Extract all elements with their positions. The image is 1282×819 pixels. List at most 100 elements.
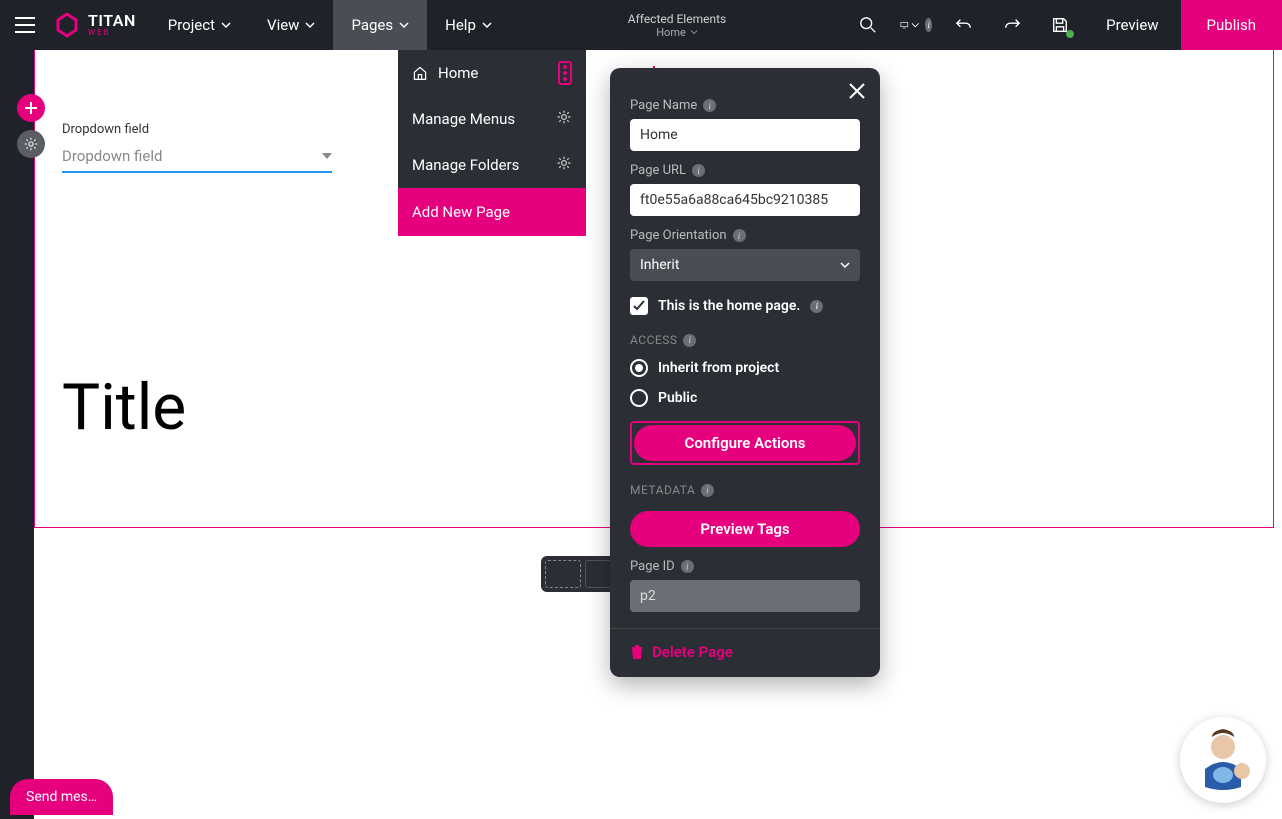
info-icon[interactable]: i — [681, 560, 694, 573]
dropdown-field-element[interactable]: Dropdown field Dropdown field — [62, 122, 332, 173]
page-id-input — [630, 580, 860, 612]
preview-label: Preview — [1106, 16, 1158, 34]
pages-dropdown-panel: Home Manage Menus Manage Folders Add New… — [398, 50, 586, 236]
info-icon[interactable]: i — [701, 484, 714, 497]
configure-actions-highlight: Configure Actions — [630, 421, 860, 465]
delete-page-label: Delete Page — [652, 643, 733, 661]
info-icon[interactable]: i — [703, 99, 716, 112]
add-new-page-button[interactable]: Add New Page — [398, 188, 586, 236]
add-new-page-label: Add New Page — [412, 203, 510, 221]
logo-icon — [54, 12, 80, 38]
chevron-down-icon — [221, 20, 231, 30]
redo-icon — [1003, 16, 1021, 34]
affected-label: Affected Elements — [628, 12, 726, 26]
menu-view-label: View — [267, 16, 299, 34]
info-icon[interactable]: i — [692, 164, 705, 177]
page-name-input[interactable] — [630, 119, 860, 151]
help-mascot[interactable] — [1180, 717, 1266, 803]
save-button[interactable] — [1036, 0, 1084, 50]
affected-elements[interactable]: Affected Elements Home — [510, 12, 844, 39]
radio-public-label: Public — [658, 390, 697, 406]
home-check-label: This is the home page. — [658, 298, 800, 314]
menu-help[interactable]: Help — [427, 0, 510, 50]
info-icon[interactable]: i — [733, 229, 746, 242]
page-settings-panel: Page Namei Page URLi Page Orientationi I… — [610, 68, 880, 677]
chevron-down-icon — [911, 16, 920, 34]
left-rail — [0, 50, 34, 819]
page-url-input[interactable] — [630, 184, 860, 216]
home-page-checkbox-row[interactable]: This is the home page. i — [630, 297, 860, 315]
gear-icon — [24, 137, 38, 151]
mascot-icon — [1190, 727, 1256, 793]
search-button[interactable] — [844, 0, 892, 50]
undo-icon — [955, 16, 973, 34]
close-button[interactable] — [848, 82, 866, 104]
menu-project-label: Project — [168, 16, 215, 34]
delete-page-button[interactable]: Delete Page — [630, 643, 860, 661]
radio-inherit[interactable]: Inherit from project — [630, 359, 860, 377]
pages-item-manage-folders[interactable]: Manage Folders — [398, 142, 586, 188]
publish-label: Publish — [1207, 16, 1256, 34]
gear-icon[interactable] — [556, 109, 572, 129]
menu-project[interactable]: Project — [150, 0, 249, 50]
info-badge: i — [925, 18, 932, 32]
info-icon[interactable]: i — [683, 334, 696, 347]
top-toolbar: TITAN WEB Project View Pages Help Affect… — [0, 0, 1282, 50]
page-url-label: Page URLi — [630, 163, 860, 178]
title-element[interactable]: Title — [62, 370, 186, 445]
affected-page: Home — [656, 26, 686, 39]
metadata-section-label: METADATAi — [630, 483, 860, 497]
orientation-select[interactable]: Inherit — [630, 249, 860, 281]
radio-public[interactable]: Public — [630, 389, 860, 407]
hamburger-menu[interactable] — [0, 0, 50, 50]
chevron-down-icon — [840, 260, 850, 270]
kebab-icon[interactable] — [558, 61, 572, 85]
radio-checked — [630, 359, 648, 377]
home-icon — [412, 65, 428, 81]
add-element-button[interactable] — [17, 94, 45, 122]
section-tool-1[interactable] — [545, 560, 581, 588]
plus-icon — [24, 101, 38, 115]
pages-item-home[interactable]: Home — [398, 50, 586, 96]
brand-sub: WEB — [88, 29, 136, 37]
pages-item-manage-menus[interactable]: Manage Menus — [398, 96, 586, 142]
preview-tags-button[interactable]: Preview Tags — [630, 511, 860, 547]
pages-item-home-label: Home — [438, 64, 478, 82]
checkbox-checked — [630, 297, 648, 315]
manage-folders-label: Manage Folders — [412, 156, 519, 174]
menu-pages[interactable]: Pages — [333, 0, 427, 50]
gear-icon[interactable] — [556, 155, 572, 175]
info-icon[interactable]: i — [810, 300, 823, 313]
trash-icon — [630, 644, 644, 660]
send-message-button[interactable]: Send mes… — [10, 779, 113, 815]
divider — [610, 628, 880, 629]
menu-view[interactable]: View — [249, 0, 333, 50]
rail-settings-button[interactable] — [17, 130, 45, 158]
orientation-value: Inherit — [640, 257, 679, 273]
configure-actions-button[interactable]: Configure Actions — [634, 425, 856, 461]
preview-button[interactable]: Preview — [1084, 0, 1180, 50]
dropdown-placeholder: Dropdown field — [62, 147, 162, 165]
save-status-dot — [1066, 30, 1074, 38]
hamburger-icon — [15, 17, 35, 33]
caret-down-icon — [322, 153, 332, 159]
close-icon — [848, 82, 866, 100]
access-section-label: ACCESSi — [630, 333, 860, 347]
menu-help-label: Help — [445, 16, 476, 34]
chevron-down-icon — [305, 20, 315, 30]
redo-button[interactable] — [988, 0, 1036, 50]
desktop-icon — [900, 16, 909, 34]
brand-logo[interactable]: TITAN WEB — [50, 12, 150, 38]
publish-button[interactable]: Publish — [1181, 0, 1282, 50]
device-selector[interactable]: i — [892, 0, 940, 50]
chevron-down-icon — [399, 20, 409, 30]
manage-menus-label: Manage Menus — [412, 110, 515, 128]
radio-unchecked — [630, 389, 648, 407]
menu-pages-label: Pages — [351, 16, 393, 34]
undo-button[interactable] — [940, 0, 988, 50]
chevron-down-icon — [482, 20, 492, 30]
brand-name: TITAN — [88, 13, 136, 29]
dropdown-label: Dropdown field — [62, 122, 332, 137]
search-icon — [859, 16, 877, 34]
chevron-down-icon — [690, 28, 698, 36]
